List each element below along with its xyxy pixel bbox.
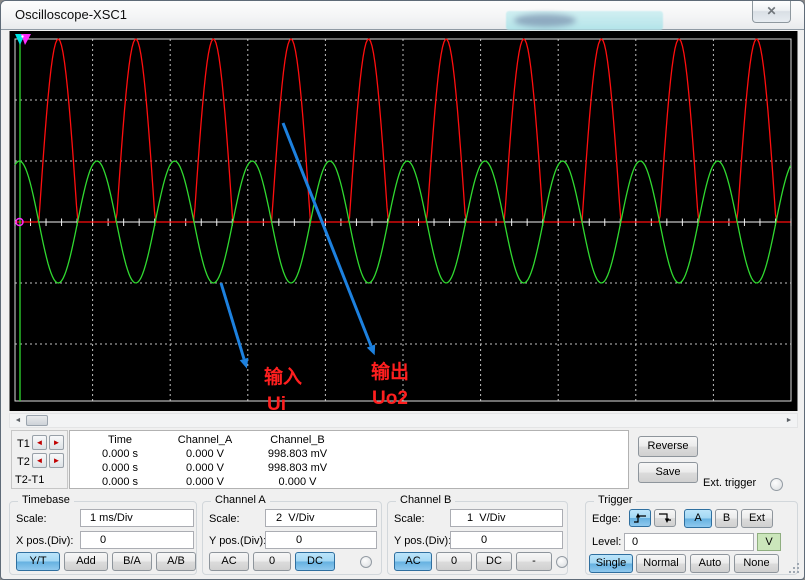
trigger-normal-button[interactable]: Normal	[636, 554, 686, 573]
scroll-left-button[interactable]: ◄	[10, 414, 26, 427]
trigger-single-button[interactable]: Single	[589, 554, 633, 573]
t2-right-button[interactable]: ►	[49, 453, 64, 468]
channel-b-input-indicator	[556, 556, 568, 568]
rising-edge-icon	[633, 512, 647, 524]
timebase-title: Timebase	[18, 494, 74, 506]
t2-channel-a: 0.000 V	[160, 462, 250, 474]
channel-a-title: Channel A	[211, 494, 270, 506]
trigger-none-button[interactable]: None	[734, 554, 779, 573]
resize-grip[interactable]	[789, 571, 791, 573]
t2-left-button[interactable]: ◄	[32, 453, 47, 468]
cursor-t1-label: T1	[17, 438, 30, 450]
annotation-output-symbol: Uo2	[372, 389, 408, 409]
t2t1-channel-a: 0.000 V	[160, 476, 250, 488]
timebase-add-button[interactable]: Add	[64, 552, 108, 571]
channel-a-ac-button[interactable]: AC	[209, 552, 249, 571]
trigger-level-unit-select[interactable]: V	[757, 533, 781, 551]
channel-b-title: Channel B	[396, 494, 455, 506]
t2t1-time: 0.000 s	[80, 476, 160, 488]
t1-channel-b: 998.803 mV	[250, 448, 345, 460]
trigger-level-label: Level:	[592, 536, 621, 548]
ext-trigger-indicator	[770, 478, 783, 491]
annotation-input-label: 输入	[264, 368, 302, 388]
timebase-ba-button[interactable]: B/A	[112, 552, 152, 571]
t1-channel-a: 0.000 V	[160, 448, 250, 460]
scroll-thumb[interactable]	[26, 415, 48, 426]
timebase-scale-field[interactable]: 1 ms/Div	[80, 509, 194, 527]
annotation-output-label: 输出	[371, 363, 409, 383]
trigger-group: Trigger Edge: A B Ext Level: 0 V Single …	[585, 501, 798, 575]
scope-display	[9, 31, 798, 411]
channel-b-group: Channel B Scale: 1 V/Div Y pos.(Div): 0 …	[387, 501, 568, 575]
channel-b-zero-button[interactable]: 0	[436, 552, 472, 571]
close-icon: ✕	[766, 4, 776, 18]
cursor-t2-label: T2	[17, 456, 30, 468]
channel-b-ypos-field[interactable]: 0	[450, 531, 563, 549]
annotation-input-symbol: Ui	[267, 395, 286, 415]
trigger-level-field[interactable]: 0	[624, 533, 754, 551]
horizontal-scrollbar[interactable]: ◄ ►	[9, 413, 798, 428]
timebase-ab-button[interactable]: A/B	[156, 552, 196, 571]
column-header-channel-a: Channel_A	[160, 434, 250, 446]
cursor-t2t1-label: T2-T1	[15, 474, 44, 486]
save-button[interactable]: Save	[638, 462, 698, 483]
trigger-edge-label: Edge:	[592, 513, 621, 525]
channel-b-scale-field[interactable]: 1 V/Div	[450, 509, 563, 527]
channel-a-input-indicator	[360, 556, 372, 568]
window-title: Oscilloscope-XSC1	[15, 1, 127, 29]
waveform-plot[interactable]	[10, 31, 799, 411]
title-bar[interactable]: Oscilloscope-XSC1 ✕	[1, 1, 804, 30]
t2-time: 0.000 s	[80, 462, 160, 474]
timebase-xpos-field[interactable]: 0	[80, 531, 194, 549]
channel-b-ac-button[interactable]: AC	[394, 552, 432, 571]
channel-b-minus-button[interactable]: -	[516, 552, 552, 571]
timebase-yt-button[interactable]: Y/T	[16, 552, 60, 571]
t1-left-button[interactable]: ◄	[32, 435, 47, 450]
oscilloscope-window: Oscilloscope-XSC1 ✕ 输入 Ui 输出 Uo2 ◄ ► T1 …	[0, 0, 805, 580]
trigger-source-a-button[interactable]: A	[684, 509, 712, 528]
column-header-channel-b: Channel_B	[250, 434, 345, 446]
channel-a-dc-button[interactable]: DC	[295, 552, 335, 571]
cursor-panel: T1 T2 T2-T1 ◄ ► ◄ ►	[11, 430, 68, 489]
channel-a-ypos-field[interactable]: 0	[265, 531, 377, 549]
trigger-source-b-button[interactable]: B	[715, 509, 738, 528]
trigger-source-ext-button[interactable]: Ext	[741, 509, 773, 528]
channel-a-ypos-label: Y pos.(Div):	[209, 535, 266, 547]
channel-a-scale-label: Scale:	[209, 513, 240, 525]
t1-time: 0.000 s	[80, 448, 160, 460]
trigger-falling-edge-button[interactable]	[654, 509, 676, 527]
falling-edge-icon	[658, 512, 672, 524]
channel-a-group: Channel A Scale: 2 V/Div Y pos.(Div): 0 …	[202, 501, 382, 575]
t2-channel-b: 998.803 mV	[250, 462, 345, 474]
trigger-title: Trigger	[594, 494, 636, 506]
timebase-scale-label: Scale:	[16, 513, 47, 525]
trigger-rising-edge-button[interactable]	[629, 509, 651, 527]
timebase-group: Timebase Scale: 1 ms/Div X pos.(Div): 0 …	[9, 501, 197, 575]
ext-trigger-label: Ext. trigger	[703, 477, 756, 489]
close-button[interactable]: ✕	[752, 1, 791, 23]
t1-right-button[interactable]: ►	[49, 435, 64, 450]
timebase-xpos-label: X pos.(Div):	[16, 535, 73, 547]
measurement-table: Time Channel_A Channel_B 0.000 s 0.000 V…	[69, 430, 629, 489]
reverse-button[interactable]: Reverse	[638, 436, 698, 457]
channel-b-ypos-label: Y pos.(Div):	[394, 535, 451, 547]
channel-a-scale-field[interactable]: 2 V/Div	[265, 509, 377, 527]
scroll-right-button[interactable]: ►	[781, 414, 797, 427]
background-window-glimpse	[506, 11, 663, 30]
column-header-time: Time	[80, 434, 160, 446]
channel-b-scale-label: Scale:	[394, 513, 425, 525]
channel-b-dc-button[interactable]: DC	[476, 552, 512, 571]
t2t1-channel-b: 0.000 V	[250, 476, 345, 488]
channel-a-zero-button[interactable]: 0	[253, 552, 291, 571]
trigger-auto-button[interactable]: Auto	[690, 554, 730, 573]
